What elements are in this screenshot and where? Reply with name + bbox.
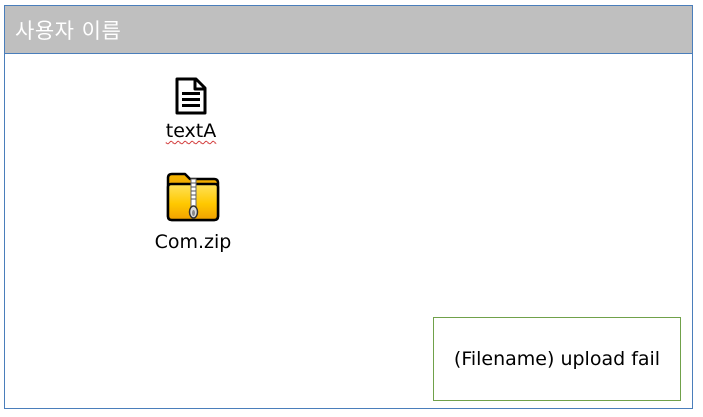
upload-fail-notification: (Filename) upload fail <box>433 317 681 401</box>
window-titlebar[interactable]: 사용자 이름 <box>5 6 692 54</box>
window-title: 사용자 이름 <box>15 19 122 43</box>
file-name-texta: textA <box>165 120 217 142</box>
text-document-icon <box>153 77 229 119</box>
file-name-com-zip: Com.zip <box>154 231 232 253</box>
notification-message: (Filename) upload fail <box>453 348 661 370</box>
file-item-texta[interactable]: textA <box>153 77 229 142</box>
zip-folder-icon <box>143 170 243 228</box>
file-item-com-zip[interactable]: Com.zip <box>143 170 243 253</box>
file-window: 사용자 이름 textA Com.zip (Filename) upload f… <box>4 5 693 409</box>
